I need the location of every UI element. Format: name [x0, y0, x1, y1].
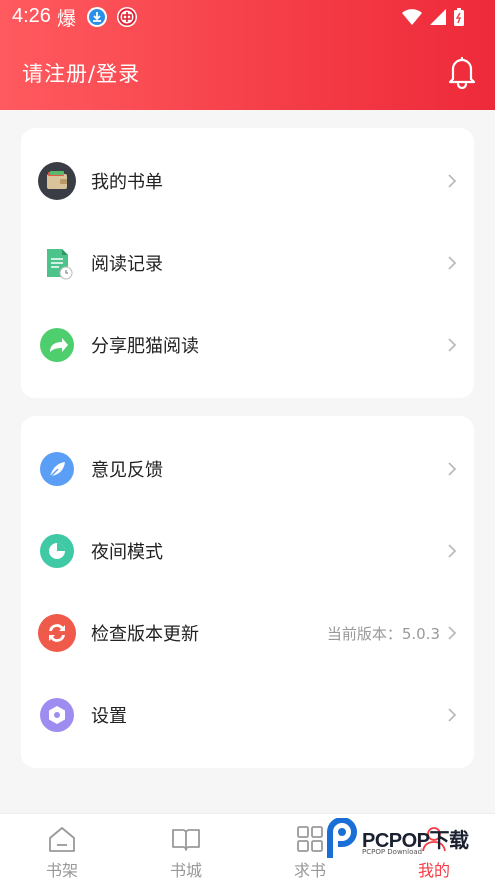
tab-label: 书架 — [45, 861, 78, 880]
tab-bookshelf[interactable]: 书架 — [0, 814, 124, 880]
home-icon — [49, 827, 75, 852]
chevron-right-icon — [448, 256, 457, 270]
battery-icon — [454, 8, 464, 26]
menu-item-settings[interactable]: 设置 — [21, 674, 474, 756]
menu-item-label: 阅读记录 — [91, 254, 163, 275]
menu-item-night-mode[interactable]: 夜间模式 — [21, 510, 474, 592]
book-icon — [172, 829, 200, 851]
menu-item-booklist[interactable]: 我的书单 — [21, 140, 474, 222]
login-register-link[interactable]: 请注册/登录 — [22, 58, 140, 88]
download-icon — [87, 7, 107, 27]
menu-item-reading-history[interactable]: 阅读记录 — [21, 222, 474, 304]
menu-item-share[interactable]: 分享肥猫阅读 — [21, 304, 474, 386]
menu-card-primary: 我的书单 阅读记录 分享肥猫阅读 — [21, 128, 474, 398]
menu-item-label: 我的书单 — [91, 172, 163, 193]
menu-item-label: 分享肥猫阅读 — [91, 336, 199, 357]
menu-item-feedback[interactable]: 意见反馈 — [21, 428, 474, 510]
hexagon-settings-icon — [40, 698, 74, 732]
menu-item-label: 夜间模式 — [91, 542, 163, 563]
menu-item-label: 检查版本更新 — [91, 624, 199, 645]
wifi-icon — [402, 9, 422, 25]
document-clock-icon — [47, 249, 73, 280]
menu-item-label: 意见反馈 — [91, 460, 163, 481]
tab-label: 书城 — [169, 861, 202, 880]
tab-bookstore[interactable]: 书城 — [124, 814, 248, 880]
chevron-right-icon — [448, 708, 457, 722]
menu-item-label: 设置 — [91, 706, 127, 727]
wallet-icon — [38, 162, 76, 200]
status-time: 4:26 — [12, 5, 51, 27]
bell-icon[interactable] — [447, 55, 477, 89]
signal-icon — [430, 9, 446, 25]
pcpop-logo-icon — [327, 818, 357, 858]
app-notification-icon: 爆 — [57, 8, 77, 30]
chevron-right-icon — [448, 462, 457, 476]
chevron-right-icon — [448, 174, 457, 188]
menu-item-check-update[interactable]: 检查版本更新 当前版本：5.0.3 — [21, 592, 474, 674]
share-arrow-icon — [40, 328, 74, 362]
watermark: PCPOP下载 PCPOP Download — [326, 818, 476, 862]
feather-icon — [40, 452, 74, 486]
menu-card-secondary: 意见反馈 夜间模式 检查版本更新 当前版本：5.0.3 设置 — [21, 416, 474, 768]
grid-icon — [297, 826, 323, 852]
header-bar: 4:26 爆 请注册/登录 — [0, 0, 495, 110]
chevron-right-icon — [448, 626, 457, 640]
chevron-right-icon — [448, 338, 457, 352]
watermark-subtext: PCPOP Download — [362, 848, 423, 856]
chevron-right-icon — [448, 544, 457, 558]
app-badge-icon — [117, 7, 137, 27]
status-bar: 4:26 爆 — [0, 0, 495, 34]
status-indicators — [401, 6, 465, 28]
current-version-text: 当前版本：5.0.3 — [326, 624, 440, 643]
refresh-icon — [38, 614, 76, 652]
moon-icon — [40, 534, 74, 568]
